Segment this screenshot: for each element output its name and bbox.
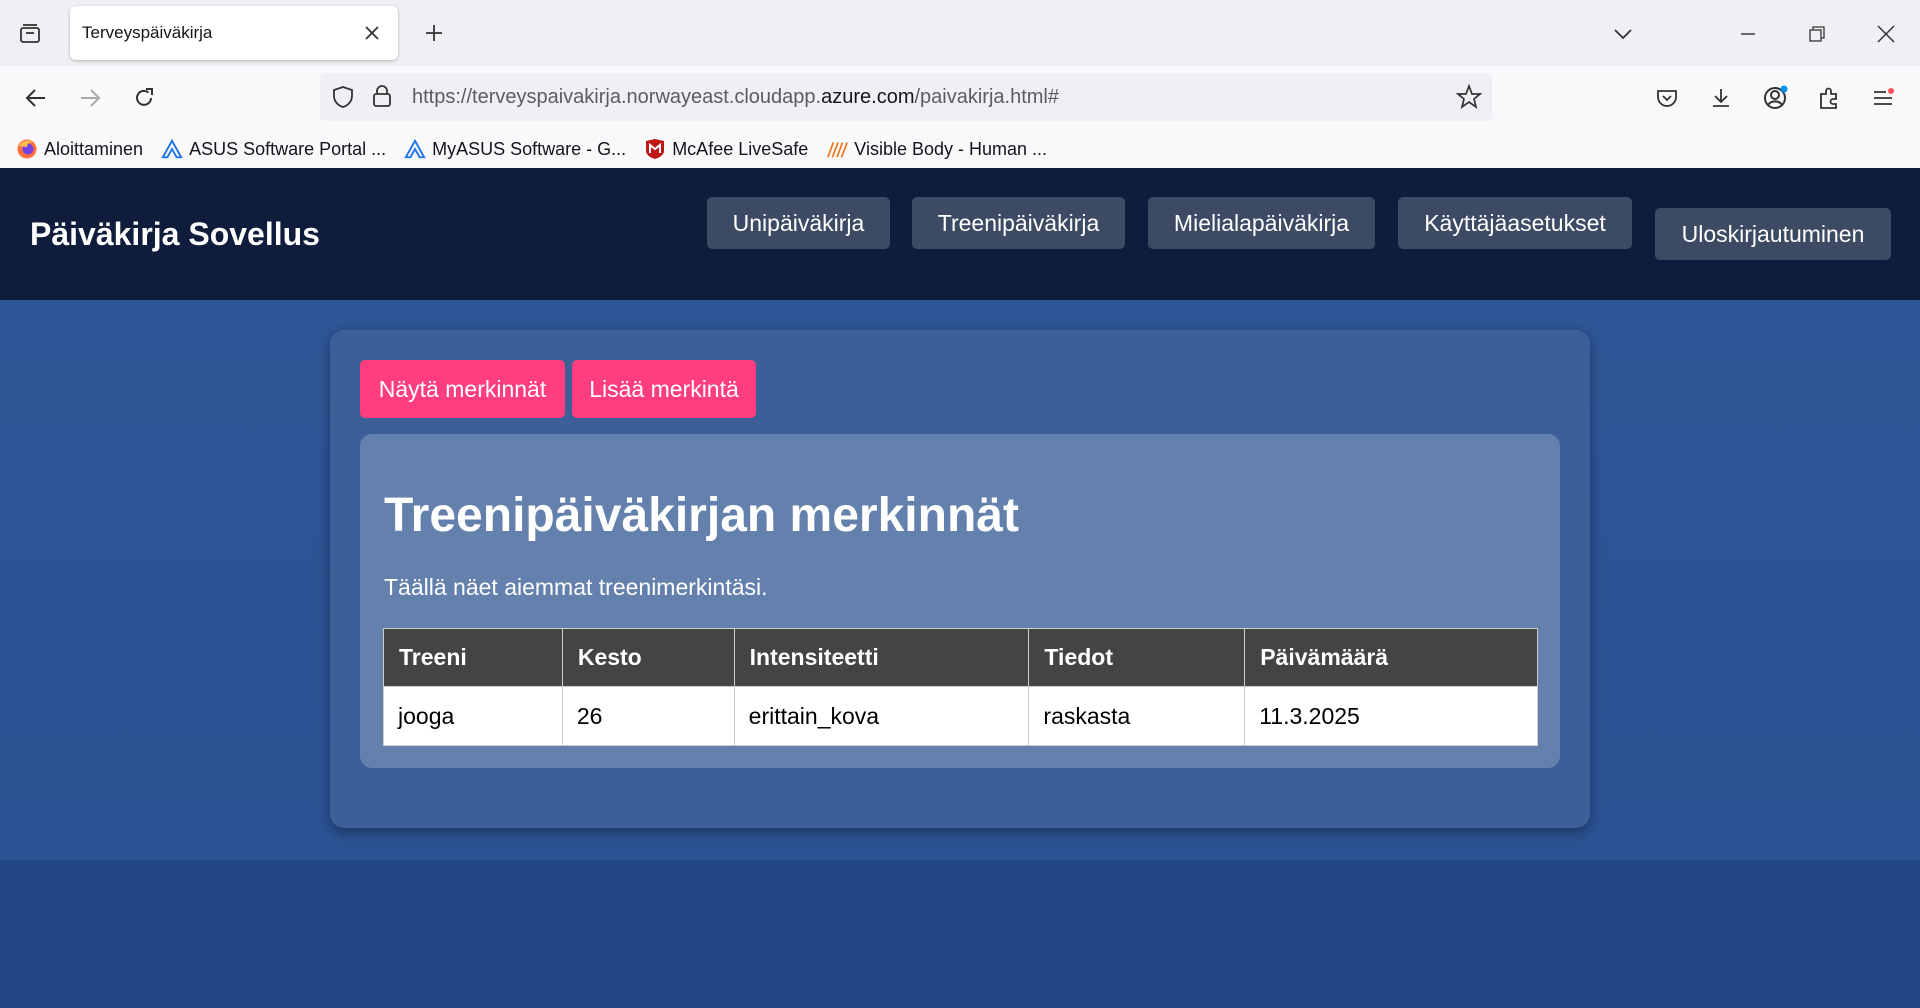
table-header-row: Treeni Kesto Intensiteetti Tiedot Päiväm… [383, 628, 1538, 687]
cell-tiedot: raskasta [1028, 686, 1246, 746]
close-icon[interactable] [360, 21, 384, 45]
asus-icon [161, 138, 183, 160]
url-domain: azure.com [821, 86, 915, 108]
add-entry-button[interactable]: Lisää merkintä [572, 360, 756, 418]
bookmark-label: Aloittaminen [44, 138, 144, 159]
menu-button-treenipaivakirja[interactable]: Treenipäiväkirja [912, 197, 1125, 249]
url-bar[interactable]: https://terveyspaivakirja.norwayeast.clo… [320, 73, 1492, 121]
url-prefix: https://terveyspaivakirja.norwayeast.clo… [412, 86, 822, 108]
site-header: Päiväkirja Sovellus Unipäiväkirja Treeni… [0, 168, 1920, 300]
entries-heading: Treenipäiväkirjan merkinnät [384, 489, 1019, 542]
column-header-treeni: Treeni [383, 628, 563, 687]
entries-description: Täällä näet aiemmat treenimerkintäsi. [384, 574, 768, 600]
site-title: Päiväkirja Sovellus [30, 216, 320, 252]
mcafee-icon [644, 138, 666, 160]
bookmark-label: MyASUS Software - G... [432, 138, 627, 159]
cell-treeni: jooga [383, 686, 563, 746]
tab-title: Terveyspäiväkirja [82, 23, 213, 42]
reload-icon[interactable] [126, 80, 162, 116]
table-row: jooga 26 erittain_kova raskasta 11.3.202… [383, 686, 1538, 746]
entries-table: Treeni Kesto Intensiteetti Tiedot Päiväm… [383, 628, 1538, 746]
lock-icon[interactable] [372, 84, 392, 113]
menu-button-mielialapaivakirja[interactable]: Mielialapäiväkirja [1148, 197, 1375, 249]
minimize-icon[interactable] [1730, 16, 1766, 52]
browser-tab-bar: Terveyspäiväkirja [0, 0, 1920, 66]
account-icon[interactable] [1757, 80, 1793, 116]
chevron-down-icon[interactable] [1605, 16, 1641, 52]
url-text: https://terveyspaivakirja.norwayeast.clo… [412, 86, 1059, 109]
cell-paivamaara: 11.3.2025 [1244, 686, 1538, 746]
menu-button-uloskirjautuminen[interactable]: Uloskirjautuminen [1655, 208, 1891, 260]
firefox-icon [16, 138, 38, 160]
content-area: Näytä merkinnät Lisää merkintä Treenipäi… [0, 300, 1920, 860]
web-page: Päiväkirja Sovellus Unipäiväkirja Treeni… [0, 168, 1920, 1008]
bookmark-myasus-software[interactable]: MyASUS Software - G... [404, 138, 626, 160]
column-header-tiedot: Tiedot [1028, 628, 1246, 687]
shield-icon[interactable] [332, 85, 354, 114]
url-path: /paivakirja.html# [914, 86, 1059, 108]
cell-kesto: 26 [561, 686, 735, 746]
page-background [0, 860, 1920, 1008]
star-icon[interactable] [1455, 83, 1483, 115]
back-icon[interactable] [18, 80, 54, 116]
column-header-kesto: Kesto [561, 628, 735, 687]
asus-icon [404, 138, 426, 160]
bookmark-mcafee-livesafe[interactable]: McAfee LiveSafe [644, 138, 808, 160]
menu-icon[interactable] [1865, 80, 1901, 116]
menu-button-unipaivakirja[interactable]: Unipäiväkirja [707, 197, 890, 249]
forward-icon[interactable] [72, 80, 108, 116]
bookmark-label: Visible Body - Human ... [854, 138, 1048, 159]
cell-intensiteetti: erittain_kova [733, 686, 1030, 746]
bookmark-visible-body[interactable]: Visible Body - Human ... [826, 138, 1047, 160]
bookmark-label: McAfee LiveSafe [672, 138, 809, 159]
bookmark-label: ASUS Software Portal ... [189, 138, 387, 159]
new-tab-icon[interactable] [418, 17, 450, 49]
extensions-icon[interactable] [1811, 80, 1847, 116]
column-header-intensiteetti: Intensiteetti [733, 628, 1030, 687]
restore-icon[interactable] [1799, 16, 1835, 52]
pocket-icon[interactable] [1649, 80, 1685, 116]
show-entries-button[interactable]: Näytä merkinnät [360, 360, 565, 418]
bookmark-asus-software-portal[interactable]: ASUS Software Portal ... [161, 138, 386, 160]
download-icon[interactable] [1703, 80, 1739, 116]
entries-panel: Treenipäiväkirjan merkinnät Täällä näet … [360, 434, 1560, 768]
browser-tab[interactable]: Terveyspäiväkirja [70, 6, 398, 60]
column-header-paivamaara: Päivämäärä [1244, 628, 1538, 687]
browser-nav-bar: https://terveyspaivakirja.norwayeast.clo… [0, 66, 1920, 130]
visible-body-icon [826, 138, 849, 160]
diary-card: Näytä merkinnät Lisää merkintä Treenipäi… [330, 330, 1590, 828]
bookmark-aloittaminen[interactable]: Aloittaminen [16, 138, 143, 160]
bookmarks-bar: Aloittaminen ASUS Software Portal ... My… [0, 130, 1920, 168]
menu-button-kayttajaasetukset[interactable]: Käyttäjäasetukset [1398, 197, 1632, 249]
tab-list-icon[interactable] [14, 18, 46, 50]
window-close-icon[interactable] [1868, 16, 1904, 52]
